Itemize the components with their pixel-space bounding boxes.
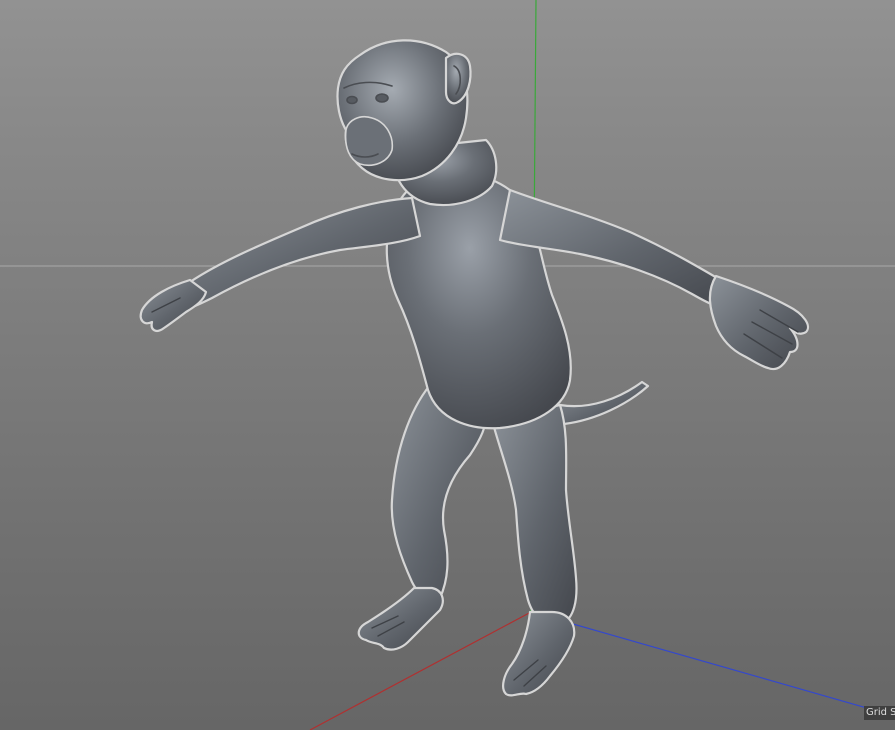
monkey-model[interactable]: [139, 39, 810, 697]
monkey-tail[interactable]: [558, 380, 650, 426]
3d-viewport[interactable]: Grid S: [0, 0, 895, 730]
monkey-eye-left: [346, 95, 358, 105]
monkey-right-hand[interactable]: [708, 274, 810, 371]
monkey-right-leg[interactable]: [490, 403, 578, 627]
z-axis-line: [530, 611, 895, 717]
grid-spacing-label: Grid S: [864, 706, 895, 720]
monkey-eye-right: [375, 93, 389, 103]
viewport-scene[interactable]: [0, 0, 895, 730]
monkey-left-hand[interactable]: [139, 278, 208, 332]
monkey-left-arm[interactable]: [169, 196, 422, 312]
monkey-right-foot[interactable]: [502, 610, 576, 697]
monkey-left-foot[interactable]: [357, 586, 444, 651]
